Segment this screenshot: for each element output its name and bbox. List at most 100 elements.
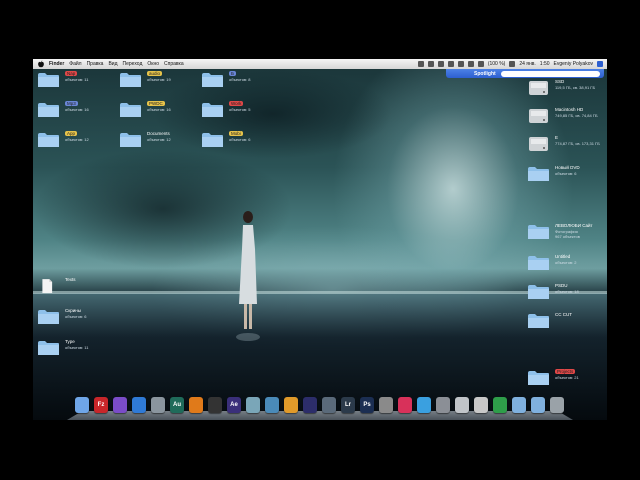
drive-icon[interactable] — [151, 397, 165, 413]
menu-help[interactable]: Справка — [164, 59, 184, 69]
status-area: (100 %) 24 янв. 1:50 Evgeniy Polyakov — [417, 59, 603, 69]
premiere-icon[interactable] — [303, 397, 317, 413]
desktop-folder-item[interactable]: Projects объектов: 21 — [523, 367, 603, 393]
itunes-icon[interactable] — [398, 397, 412, 413]
desktop-folder-item[interactable]: PWDC объектов: 16 — [115, 99, 175, 125]
item-info: объектов: 11 — [65, 77, 89, 82]
desktop-folder-item[interactable]: Скрины объектов: 6 — [33, 306, 93, 332]
preferences-icon[interactable] — [436, 397, 450, 413]
folder-icon[interactable] — [531, 397, 545, 413]
tool-icon[interactable] — [379, 397, 393, 413]
item-info: объектов: 6 — [555, 171, 577, 176]
desktop-folder-item[interactable]: Новый DVD объектов: 6 — [523, 163, 603, 189]
trash-icon[interactable] — [550, 397, 564, 413]
menu-finder[interactable]: Finder — [49, 59, 64, 69]
after-effects-icon[interactable]: Ae — [227, 397, 241, 413]
clapper-icon[interactable] — [208, 397, 222, 413]
audition-icon[interactable]: Au — [170, 397, 184, 413]
battery-percent: (100 %) — [487, 61, 506, 67]
lightroom-icon[interactable]: Lr — [341, 397, 355, 413]
orange-icon[interactable] — [284, 397, 298, 413]
date-text[interactable]: 24 янв. — [519, 59, 535, 69]
user-name[interactable]: Evgeniy Polyakov — [554, 59, 593, 69]
wifi-icon[interactable] — [457, 61, 464, 67]
desktop-folder-item[interactable]: Type объектов: 11 — [33, 337, 93, 363]
sync-icon[interactable] — [427, 61, 434, 67]
folder-icon — [120, 73, 141, 87]
menu-bar: Finder Файл Правка Вид Переход Окно Спра… — [33, 59, 607, 69]
folder-icon — [38, 103, 59, 117]
menu-view[interactable]: Вид — [108, 59, 117, 69]
twitter-icon[interactable] — [417, 397, 431, 413]
desktop-folder-item[interactable]: CC CUT — [523, 310, 603, 336]
apple-icon[interactable] — [37, 60, 45, 68]
desktop-disk-item[interactable]: Macintosh HD 749,85 ГБ, св. 74,84 ГБ — [523, 105, 603, 131]
folder-icon — [202, 133, 223, 147]
folder-icon — [120, 103, 141, 117]
item-info: объектов: 5 — [229, 107, 251, 112]
desktop-folder-item[interactable]: Nap объектов: 11 — [33, 69, 93, 95]
folder-icon — [120, 133, 141, 147]
safari-icon[interactable] — [132, 397, 146, 413]
item-info: объектов: 12 — [65, 137, 89, 142]
item-info: объектов: 19 — [147, 77, 171, 82]
utorrent-icon[interactable] — [493, 397, 507, 413]
pen-icon[interactable] — [265, 397, 279, 413]
menu-go[interactable]: Переход — [123, 59, 143, 69]
desktop-folder-item[interactable]: App объектов: 12 — [33, 129, 93, 155]
item-name: Texts — [65, 277, 76, 282]
item-name: Mp3 — [65, 101, 78, 106]
spotlight-icon[interactable] — [597, 61, 603, 67]
vlc-icon[interactable] — [189, 397, 203, 413]
item-info: объектов: 2 — [555, 260, 577, 265]
spotlight-input[interactable] — [501, 70, 600, 77]
timer-icon[interactable] — [455, 397, 469, 413]
dock: Fz Au Ae Lr Ps — [67, 397, 573, 420]
folder-icon — [528, 314, 549, 328]
item-name: audio — [147, 71, 163, 76]
bluetooth-icon[interactable] — [447, 61, 454, 67]
desktop: Finder Файл Правка Вид Переход Окно Спра… — [33, 59, 607, 420]
desktop-file-item[interactable]: Texts — [33, 275, 93, 301]
item-name: Type — [65, 339, 75, 344]
item-name: Mobi — [229, 131, 243, 136]
imovie-icon[interactable] — [322, 397, 336, 413]
menu-window[interactable]: Окно — [147, 59, 159, 69]
item-info: объектов: 18 — [555, 289, 579, 294]
desktop-folder-item[interactable]: Mobi объектов: 6 — [197, 129, 257, 155]
finder-icon[interactable] — [75, 397, 89, 413]
item-name: Work — [229, 101, 244, 106]
menu-file[interactable]: Файл — [69, 59, 81, 69]
desktop-folder-item[interactable]: PSDU объектов: 18 — [523, 281, 603, 307]
desktop-folder-item[interactable]: Work объектов: 5 — [197, 99, 257, 125]
app-store-icon[interactable] — [474, 397, 488, 413]
globe-icon[interactable] — [246, 397, 260, 413]
time-machine-icon[interactable] — [437, 61, 444, 67]
item-name: PWDC — [147, 101, 165, 106]
item-info: объектов: 16 — [147, 107, 171, 112]
menu-edit[interactable]: Правка — [87, 59, 104, 69]
desktop-disk-item[interactable]: SSD 119,5 ГБ, св. 38,91 ГБ — [523, 77, 603, 103]
folder-icon[interactable] — [512, 397, 526, 413]
desktop-folder-item[interactable]: Documents объектов: 12 — [115, 129, 175, 155]
item-name: Documents — [147, 131, 170, 136]
nova-icon[interactable] — [113, 397, 127, 413]
battery-icon[interactable] — [477, 61, 484, 67]
filezilla-icon[interactable]: Fz — [94, 397, 108, 413]
item-info: объектов: 6 — [229, 137, 251, 142]
item-info: 749,85 ГБ, св. 74,84 ГБ — [555, 113, 598, 118]
desktop-folder-item[interactable]: Untitled объектов: 2 — [523, 252, 603, 278]
desktop-disk-item[interactable]: E 774,87 ГБ, св. 173,31 ГБ — [523, 133, 603, 159]
clock-text[interactable]: 1:50 — [540, 59, 550, 69]
photoshop-icon[interactable]: Ps — [360, 397, 374, 413]
desktop-folder-item[interactable]: ЛЕВОЛЮБИ Сайт Фотография 967 объектов — [523, 221, 603, 247]
desktop-folder-item[interactable]: audio объектов: 19 — [115, 69, 175, 95]
item-name: E — [555, 135, 559, 140]
desktop-folder-item[interactable]: Mp3 объектов: 16 — [33, 99, 93, 125]
flag-icon[interactable] — [509, 61, 516, 67]
volume-icon[interactable] — [467, 61, 474, 67]
desktop-folder-item[interactable]: Бобъектов: 8 — [197, 69, 257, 95]
dropbox-icon[interactable] — [417, 61, 424, 67]
item-name: PSDU — [555, 283, 568, 288]
folder-icon — [528, 371, 549, 385]
